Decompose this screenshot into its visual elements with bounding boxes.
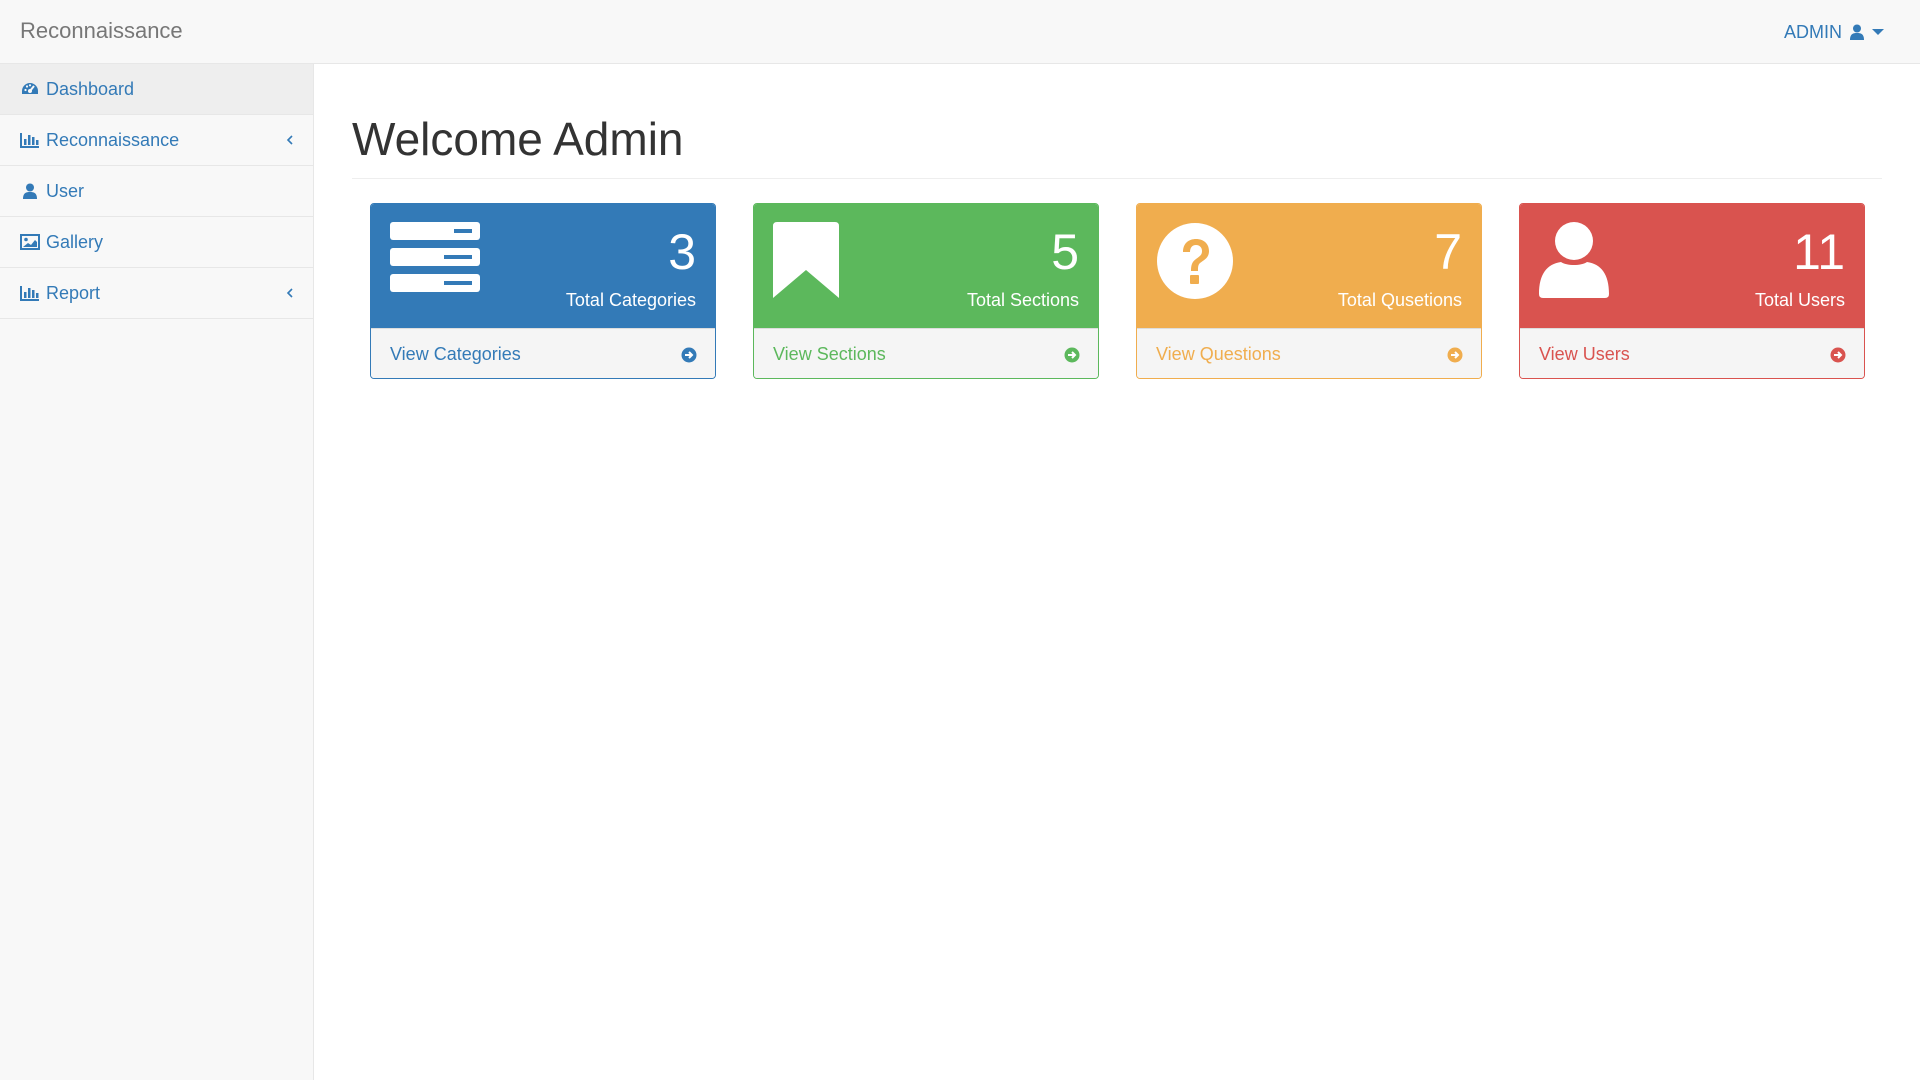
user-icon: [20, 182, 40, 200]
caret-down-icon: [1872, 28, 1884, 36]
categories-card-header: 3 Total Categories: [371, 204, 715, 328]
sections-card: 5 Total Sections View Sections: [753, 203, 1099, 379]
brand-title[interactable]: Reconnaissance: [20, 0, 183, 64]
question-circle-icon: [1156, 222, 1234, 305]
user-icon: [1850, 24, 1864, 40]
sidebar-item-label: Dashboard: [46, 78, 135, 99]
view-sections-link[interactable]: View Sections: [754, 328, 1098, 378]
view-questions-link[interactable]: View Questions: [1137, 328, 1481, 378]
users-label: Total Users: [1754, 290, 1845, 310]
categories-card: 3 Total Categories View Categories: [370, 203, 716, 379]
sidebar-item-label: Gallery: [46, 231, 104, 252]
sections-card-header: 5 Total Sections: [754, 204, 1098, 328]
sections-count: 5: [1051, 224, 1079, 280]
picture-icon: [20, 233, 40, 251]
sidebar-item-reconnaissance[interactable]: Reconnaissance: [0, 115, 313, 166]
users-card: 11 Total Users View Users: [1519, 203, 1865, 379]
arrow-circle-right-icon: [1447, 347, 1463, 363]
sections-label: Total Sections: [966, 290, 1079, 310]
view-categories-link[interactable]: View Categories: [371, 328, 715, 378]
questions-label: Total Qusetions: [1337, 290, 1462, 310]
arrow-circle-right-icon: [1064, 347, 1080, 363]
categories-count: 3: [668, 224, 696, 280]
list-icon: [390, 222, 480, 297]
questions-card-header: 7 Total Qusetions: [1137, 204, 1481, 328]
top-navbar: Reconnaissance ADMIN: [0, 0, 1920, 64]
user-icon: [1539, 222, 1609, 303]
sidebar-item-dashboard[interactable]: Dashboard: [0, 64, 313, 115]
view-questions-label: View Questions: [1156, 344, 1281, 364]
dashboard-icon: [20, 80, 40, 98]
sidebar-item-label: Reconnaissance: [46, 129, 180, 150]
bar-chart-icon: [20, 131, 40, 149]
sidebar: Dashboard Reconnaissance User Gallery Re…: [0, 64, 314, 1080]
main-content: Welcome Admin 3 Total Categories View Ca…: [352, 64, 1882, 383]
bar-chart-icon: [20, 284, 40, 302]
chevron-left-icon: [285, 132, 295, 148]
questions-count: 7: [1434, 224, 1462, 280]
sidebar-item-user[interactable]: User: [0, 166, 313, 217]
stat-cards: 3 Total Categories View Categories 5 Tot…: [352, 203, 1882, 383]
view-users-label: View Users: [1539, 344, 1630, 364]
categories-label: Total Categories: [565, 290, 696, 310]
user-menu-dropdown[interactable]: ADMIN: [1784, 0, 1884, 64]
sidebar-item-label: Report: [46, 282, 101, 303]
sidebar-item-label: User: [46, 180, 85, 201]
view-categories-label: View Categories: [390, 344, 521, 364]
arrow-circle-right-icon: [1830, 347, 1846, 363]
page-title: Welcome Admin: [352, 112, 1882, 179]
bookmark-icon: [773, 222, 839, 303]
users-count: 11: [1793, 224, 1845, 280]
arrow-circle-right-icon: [681, 347, 697, 363]
users-card-header: 11 Total Users: [1520, 204, 1864, 328]
chevron-left-icon: [285, 285, 295, 301]
view-users-link[interactable]: View Users: [1520, 328, 1864, 378]
user-menu-label: ADMIN: [1784, 21, 1842, 42]
view-sections-label: View Sections: [773, 344, 886, 364]
questions-card: 7 Total Qusetions View Questions: [1136, 203, 1482, 379]
sidebar-item-gallery[interactable]: Gallery: [0, 217, 313, 268]
sidebar-item-report[interactable]: Report: [0, 268, 313, 319]
